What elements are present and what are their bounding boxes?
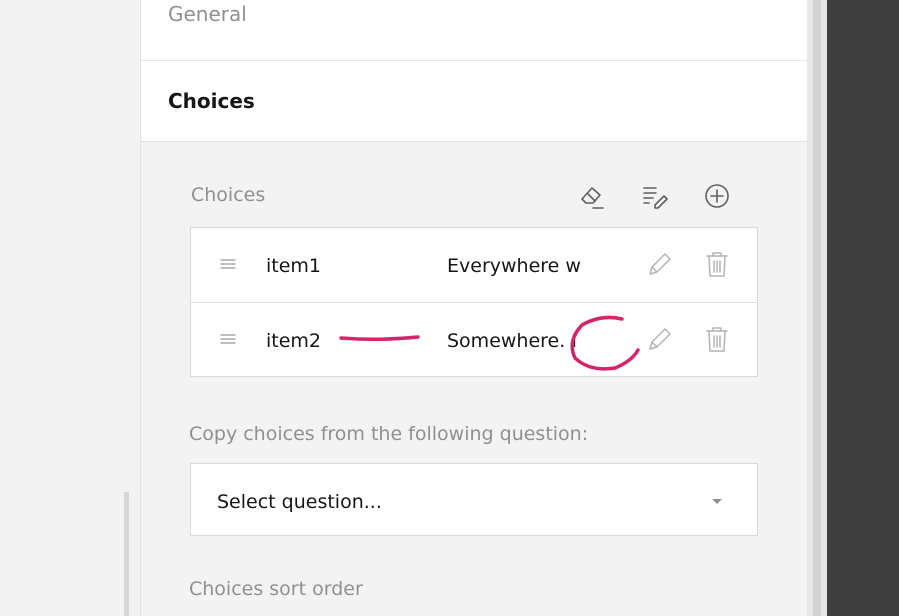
left-area xyxy=(0,0,140,616)
property-panel: General Choices Choices item1 Everywhere… xyxy=(140,0,808,616)
section-choices-header[interactable]: Choices xyxy=(141,61,807,142)
drag-handle-icon[interactable] xyxy=(219,255,237,273)
choice-value[interactable]: item2 xyxy=(266,330,321,352)
choices-label: Choices xyxy=(191,184,266,206)
choices-sort-order-label: Choices sort order xyxy=(189,578,363,600)
chevron-down-icon xyxy=(710,496,724,506)
section-general-title: General xyxy=(168,2,247,26)
pencil-icon[interactable] xyxy=(645,250,673,278)
choices-list: item1 Everywhere w item2 Somewhere. I xyxy=(190,227,758,377)
section-general-header[interactable]: General xyxy=(141,0,807,61)
choice-text[interactable]: Everywhere w xyxy=(447,255,625,277)
scrollbar-thumb[interactable] xyxy=(813,0,821,616)
question-select-value: Select question... xyxy=(217,491,382,513)
choice-value[interactable]: item1 xyxy=(266,255,321,277)
copy-choices-label: Copy choices from the following question… xyxy=(189,423,589,445)
left-scrollbar[interactable] xyxy=(124,492,129,616)
trash-icon[interactable] xyxy=(703,325,731,353)
trash-icon[interactable] xyxy=(703,250,731,278)
pencil-icon[interactable] xyxy=(645,325,673,353)
eraser-icon[interactable] xyxy=(578,182,606,210)
question-select-dropdown[interactable]: Select question... xyxy=(190,463,758,536)
choice-row[interactable]: item2 Somewhere. I xyxy=(191,303,757,377)
drag-handle-icon[interactable] xyxy=(219,330,237,348)
plus-circle-icon[interactable] xyxy=(703,182,731,210)
choice-row[interactable]: item1 Everywhere w xyxy=(191,228,757,303)
dark-side-area xyxy=(827,0,899,616)
section-choices-title: Choices xyxy=(168,89,255,113)
edit-list-icon[interactable] xyxy=(641,182,669,210)
choice-text[interactable]: Somewhere. I xyxy=(447,330,625,352)
